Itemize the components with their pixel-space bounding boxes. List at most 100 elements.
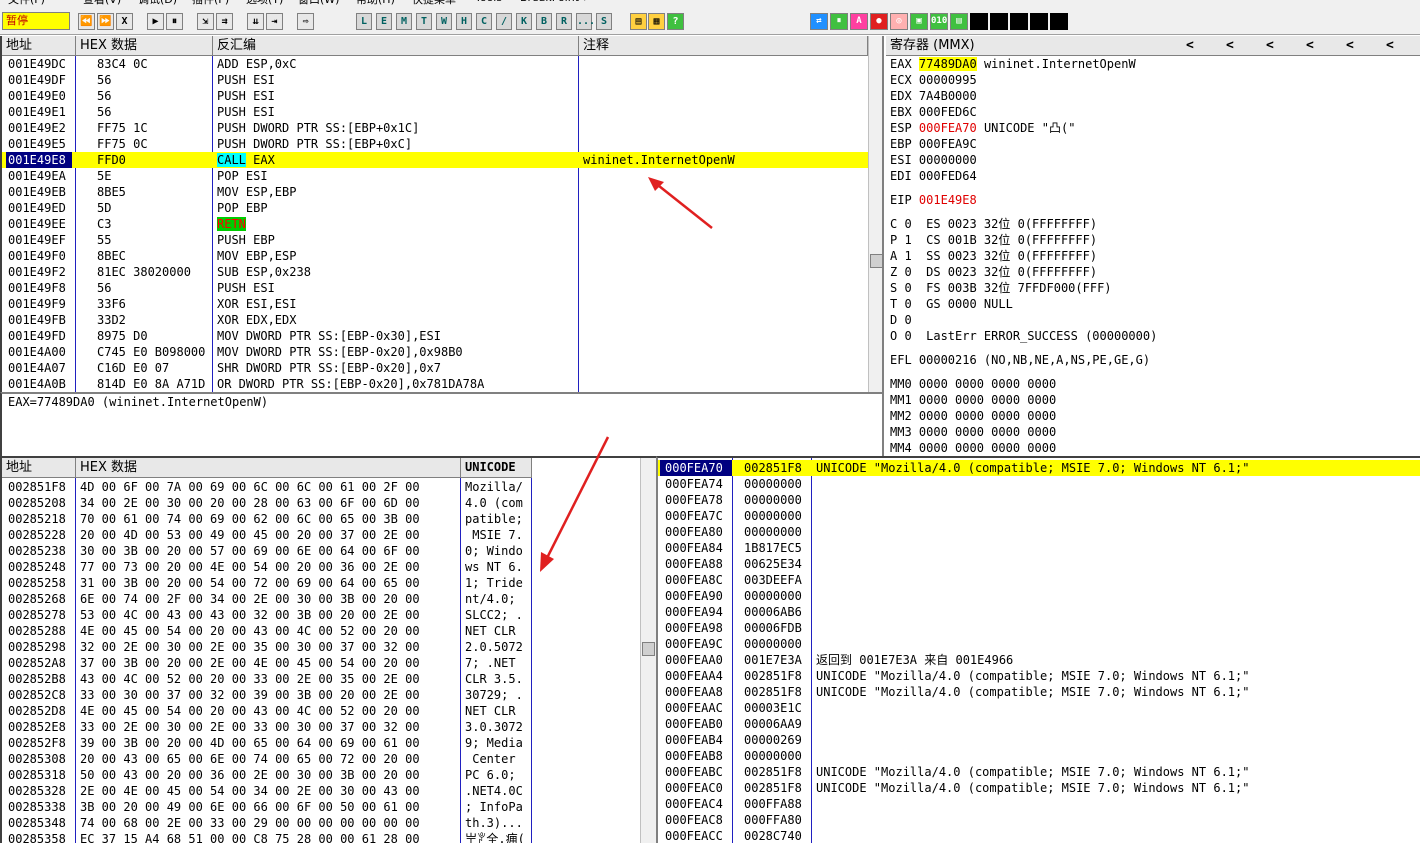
- register-row[interactable]: ESI 00000000: [890, 152, 1410, 168]
- stack-pane[interactable]: 000FEA70 002851F8 UNICODE "Mozilla/4.0 (co…: [656, 456, 1420, 843]
- register-value[interactable]: 001E49E8: [919, 193, 977, 207]
- stack-row[interactable]: 000FEA88 00625E34: [658, 556, 1420, 572]
- plugin-slot[interactable]: [990, 13, 1008, 30]
- dump-row[interactable]: 00285298 32 00 2E 00 30 00 2E 00 35 00 30…: [2, 639, 640, 655]
- stack-row[interactable]: 000FEAC8 000FFA80: [658, 812, 1420, 828]
- toolbar-icon-1[interactable]: ⏸: [830, 13, 848, 30]
- dump-row[interactable]: 00285208 34 00 2E 00 30 00 20 00 28 00 63…: [2, 495, 640, 511]
- dump-row[interactable]: 00285228 20 00 4D 00 53 00 49 00 45 00 20…: [2, 527, 640, 543]
- dump-row[interactable]: 002852B8 43 00 4C 00 52 00 20 00 33 00 2E…: [2, 671, 640, 687]
- disasm-row[interactable]: 001E49E5 FF75 0C PUSH DWORD PTR SS:[EBP+0x…: [2, 136, 868, 152]
- toolbar-icon-6[interactable]: 010: [930, 13, 948, 30]
- dump-row[interactable]: 002851F8 4D 00 6F 00 7A 00 69 00 6C 00 6C…: [2, 479, 640, 495]
- window-button-11[interactable]: ...: [576, 13, 595, 30]
- dump-row[interactable]: 002852E8 33 00 2E 00 30 00 2E 00 33 00 30…: [2, 719, 640, 735]
- stack-row[interactable]: 000FEA8C 003DEEFA: [658, 572, 1420, 588]
- stack-row[interactable]: 000FEAB0 00006AA9: [658, 716, 1420, 732]
- col-header-address[interactable]: 地址: [2, 36, 76, 56]
- stack-row[interactable]: 000FEA70 002851F8 UNICODE "Mozilla/4.0 (co…: [658, 460, 1420, 476]
- register-row[interactable]: ESP 000FEA70 UNICODE "凸(": [890, 120, 1410, 136]
- menu-item[interactable]: 调试(D): [138, 0, 177, 7]
- dump-row[interactable]: 002852C8 33 00 30 00 37 00 32 00 39 00 3B…: [2, 687, 640, 703]
- toolbar-button[interactable]: X: [116, 13, 133, 30]
- help-icon[interactable]: ?: [667, 13, 684, 30]
- dump-row[interactable]: 00285268 6E 00 74 00 2F 00 34 00 2E 00 30…: [2, 591, 640, 607]
- plugin-slot[interactable]: [1010, 13, 1028, 30]
- toolbar-icon-2[interactable]: A: [850, 13, 868, 30]
- flag-row[interactable]: D 0: [890, 312, 1410, 328]
- stack-row[interactable]: 000FEAA4 002851F8 UNICODE "Mozilla/4.0 (co…: [658, 668, 1420, 684]
- register-value[interactable]: 000FED64: [919, 169, 977, 183]
- register-row[interactable]: ECX 00000995: [890, 72, 1410, 88]
- mmx-row[interactable]: MM3 0000 0000 0000 0000: [890, 424, 1410, 440]
- scrollbar-thumb[interactable]: [642, 642, 655, 656]
- register-value[interactable]: 77489DA0: [918, 57, 977, 71]
- disasm-row[interactable]: 001E49E1 56 PUSH ESI: [2, 104, 868, 120]
- flag-row[interactable]: A 1 SS 0023 32位 0(FFFFFFFF): [890, 248, 1410, 264]
- col-header-disassembly[interactable]: 反汇编: [213, 36, 579, 56]
- window-button-10[interactable]: R: [556, 13, 572, 30]
- dump-row[interactable]: 00285288 4E 00 45 00 54 00 20 00 43 00 4C…: [2, 623, 640, 639]
- flag-row[interactable]: T 0 GS 0000 NULL: [890, 296, 1410, 312]
- dump-row[interactable]: 00285238 30 00 3B 00 20 00 57 00 69 00 6E…: [2, 543, 640, 559]
- grid-icon[interactable]: ▦: [648, 13, 665, 30]
- stack-row[interactable]: 000FEA78 00000000: [658, 492, 1420, 508]
- toolbar-icon-5[interactable]: ▣: [910, 13, 928, 30]
- disasm-row[interactable]: 001E4A07 C16D E0 07 SHR DWORD PTR SS:[EBP-…: [2, 360, 868, 376]
- stack-row[interactable]: 000FEAA8 002851F8 UNICODE "Mozilla/4.0 (co…: [658, 684, 1420, 700]
- mmx-row[interactable]: MM2 0000 0000 0000 0000: [890, 408, 1410, 424]
- disasm-row[interactable]: 001E49EB 8BE5 MOV ESP,EBP: [2, 184, 868, 200]
- stack-row[interactable]: 000FEAC4 000FFA88: [658, 796, 1420, 812]
- toolbar-icon-7[interactable]: ▤: [950, 13, 968, 30]
- toolbar-icon-3[interactable]: ●: [870, 13, 888, 30]
- dump-scrollbar[interactable]: [640, 458, 656, 843]
- disasm-row[interactable]: 001E49F0 8BEC MOV EBP,ESP: [2, 248, 868, 264]
- register-value[interactable]: 000FEA9C: [919, 137, 977, 151]
- dump-row[interactable]: 00285328 2E 00 4E 00 45 00 54 00 34 00 2E…: [2, 783, 640, 799]
- toolbar-button[interactable]: ⇊: [247, 13, 264, 30]
- dump-row[interactable]: 002852D8 4E 00 45 00 54 00 20 00 43 00 4C…: [2, 703, 640, 719]
- window-button-5[interactable]: H: [456, 13, 472, 30]
- dump-row[interactable]: 00285218 70 00 61 00 74 00 69 00 62 00 6C…: [2, 511, 640, 527]
- stack-row[interactable]: 000FEA80 00000000: [658, 524, 1420, 540]
- toolbar-button[interactable]: ⏸: [166, 13, 183, 30]
- toolbar-button[interactable]: ⇨: [297, 13, 314, 30]
- window-button-3[interactable]: T: [416, 13, 432, 30]
- registers-pane[interactable]: 寄存器 (MMX) < < < < < < EAX 77489DA0 wininet.In…: [886, 36, 1420, 456]
- stack-row[interactable]: 000FEA98 00006FDB: [658, 620, 1420, 636]
- mmx-row[interactable]: MM0 0000 0000 0000 0000: [890, 376, 1410, 392]
- dump-row[interactable]: 00285248 77 00 73 00 20 00 4E 00 54 00 20…: [2, 559, 640, 575]
- window-button-0[interactable]: L: [356, 13, 372, 30]
- stack-row[interactable]: 000FEAC0 002851F8 UNICODE "Mozilla/4.0 (co…: [658, 780, 1420, 796]
- menu-item[interactable]: Tools: [475, 0, 502, 4]
- col-header-comment[interactable]: 注释: [579, 36, 868, 56]
- window-button-8[interactable]: K: [516, 13, 532, 30]
- chevron-left-icon[interactable]: <: [1186, 38, 1194, 54]
- toolbar-button[interactable]: ⇥: [266, 13, 283, 30]
- stack-row[interactable]: 000FEAAC 00003E1C: [658, 700, 1420, 716]
- disasm-row[interactable]: 001E49F9 33F6 XOR ESI,ESI: [2, 296, 868, 312]
- disasm-row[interactable]: 001E49F2 81EC 38020000 SUB ESP,0x238: [2, 264, 868, 280]
- plugin-slot[interactable]: [1030, 13, 1048, 30]
- chevron-left-icon[interactable]: <: [1306, 38, 1314, 54]
- flag-row[interactable]: P 1 CS 001B 32位 0(FFFFFFFF): [890, 232, 1410, 248]
- dump-row[interactable]: 00285258 31 00 3B 00 20 00 54 00 72 00 69…: [2, 575, 640, 591]
- disasm-row[interactable]: 001E49E0 56 PUSH ESI: [2, 88, 868, 104]
- window-button-9[interactable]: B: [536, 13, 552, 30]
- register-value[interactable]: 00000995: [919, 73, 977, 87]
- flag-row[interactable]: C 0 ES 0023 32位 0(FFFFFFFF): [890, 216, 1410, 232]
- dump-row[interactable]: 00285338 3B 00 20 00 49 00 6E 00 66 00 6F…: [2, 799, 640, 815]
- stack-row[interactable]: 000FEA94 00006AB6: [658, 604, 1420, 620]
- disasm-row[interactable]: 001E49EE C3 RETN: [2, 216, 868, 232]
- register-row-eip[interactable]: EIP 001E49E8: [890, 192, 1410, 208]
- dump-row[interactable]: 00285318 50 00 43 00 20 00 36 00 2E 00 30…: [2, 767, 640, 783]
- menu-item[interactable]: 选项(T): [246, 0, 283, 7]
- dump-row[interactable]: 00285278 53 00 4C 00 43 00 43 00 32 00 3B…: [2, 607, 640, 623]
- disasm-scrollbar[interactable]: [868, 36, 882, 392]
- window-button-2[interactable]: M: [396, 13, 412, 30]
- stack-row[interactable]: 000FEA74 00000000: [658, 476, 1420, 492]
- register-value[interactable]: 000FEA70: [919, 121, 977, 135]
- register-row[interactable]: EDX 7A4B0000: [890, 88, 1410, 104]
- stack-row[interactable]: 000FEAB8 00000000: [658, 748, 1420, 764]
- toolbar-icon-0[interactable]: ⇄: [810, 13, 828, 30]
